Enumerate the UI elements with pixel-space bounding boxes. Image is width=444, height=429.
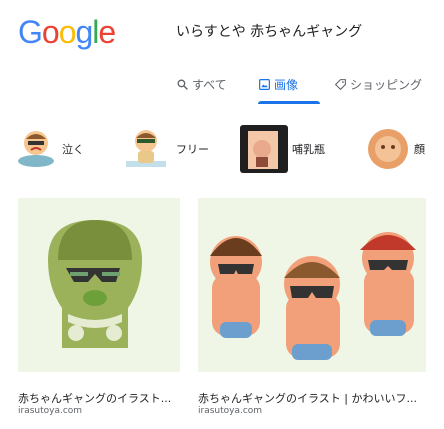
tab-images[interactable]: 画像 [258,76,298,93]
chip-bottle[interactable]: 哺乳瓶 [240,122,325,176]
google-logo[interactable]: Google [18,14,116,50]
search-query[interactable]: いらすとや 赤ちゃんギャング [176,22,362,42]
chip-label: 哺乳瓶 [292,143,325,156]
chip-label: 顔 [414,143,425,156]
logo-letter: G [18,14,43,50]
image-icon [259,79,270,90]
active-tab-indicator [258,101,320,104]
result-source[interactable]: irasutoya.com [198,406,262,416]
baby-thumbnail [126,130,166,167]
shopping-tag-icon [334,79,346,91]
chip-label: 泣く [62,143,84,156]
face-thumbnail [368,129,408,169]
logo-letter: e [98,14,116,50]
result-thumbnail[interactable] [198,198,426,372]
chip-face[interactable]: 顔 [366,122,425,176]
result-source[interactable]: irasutoya.com [18,406,82,416]
chip-crying[interactable]: 泣く [14,122,84,176]
tab-shopping-label: ショッピング [350,78,423,92]
tab-images-label: 画像 [274,78,299,92]
search-icon [177,79,188,90]
logo-letter: g [75,14,93,50]
tab-all[interactable]: すべて [176,76,227,93]
related-chips: 泣く フリー 哺乳瓶 顔 [0,122,444,182]
three-baby-gang-illustration [198,198,426,372]
logo-letter: o [58,14,77,50]
result-title[interactable]: 赤ちゃんギャングのイラスト... [18,390,180,406]
crying-baby-thumbnail [18,131,54,167]
result-title[interactable]: 赤ちゃんギャングのイラスト | かわいいフ... [198,390,426,406]
tab-all-label: すべて [192,78,227,92]
tab-shopping[interactable]: ショッピング [334,76,422,93]
chip-label: フリー [176,143,209,156]
chip-free[interactable]: フリー [120,122,209,176]
logo-letter: o [41,14,60,50]
single-baby-gang-illustration [18,198,180,372]
photo-thumbnail [240,125,288,173]
result-thumbnail[interactable] [18,198,180,372]
search-tabs: すべて 画像 ショッピング [0,76,444,104]
